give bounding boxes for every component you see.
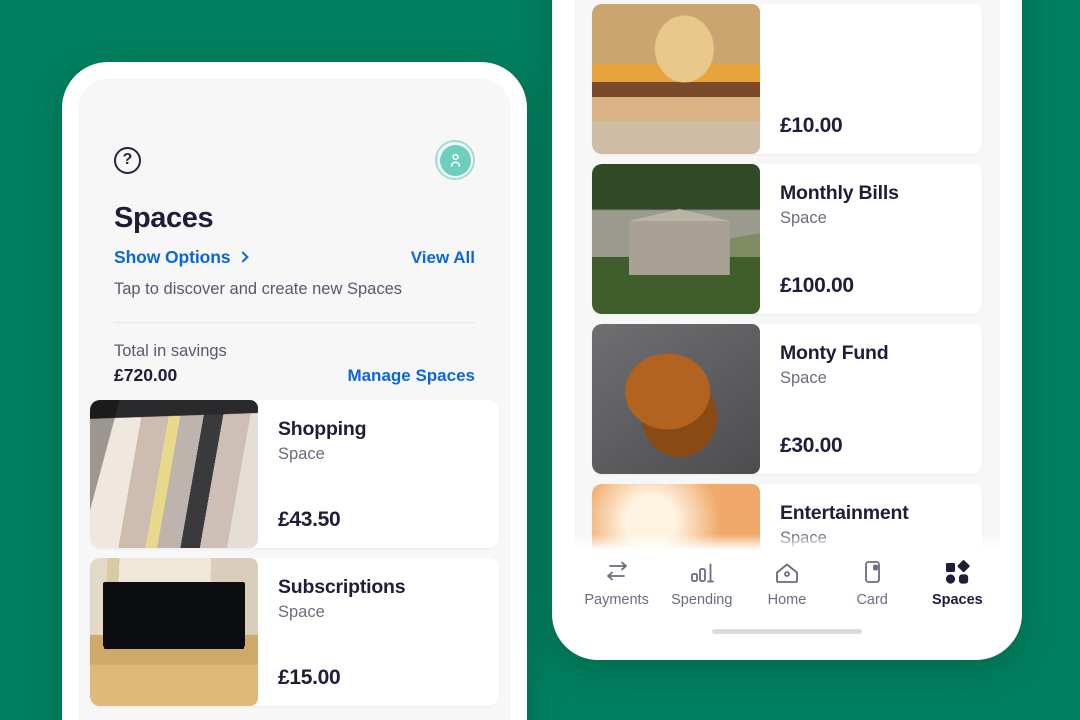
nav-label: Payments <box>584 592 649 608</box>
space-card-body: Monty Fund Space £30.00 <box>760 324 982 474</box>
nav-label: Card <box>856 592 888 608</box>
nav-label: Home <box>767 592 807 608</box>
help-circle-icon[interactable]: ? <box>114 146 141 174</box>
space-thumbnail <box>90 558 258 706</box>
nav-label: Spending <box>671 592 733 608</box>
space-title: Monty Fund <box>780 342 889 364</box>
nav-item-home[interactable]: Home <box>745 558 829 608</box>
space-amount: £43.50 <box>278 508 341 531</box>
savings-summary: Total in savings £720.00 Manage Spaces <box>78 323 511 400</box>
nav-item-spaces[interactable]: Spaces <box>915 558 999 608</box>
space-card[interactable]: Monty Fund Space £30.00 <box>592 324 982 474</box>
space-amount: £100.00 <box>780 274 854 297</box>
house-icon <box>773 558 801 588</box>
avatar[interactable] <box>435 140 475 180</box>
space-amount: £15.00 <box>278 666 341 689</box>
space-subtitle: Space <box>780 209 827 227</box>
space-subtitle: Space <box>278 445 325 463</box>
space-amount: £30.00 <box>780 434 843 457</box>
chevron-right-icon <box>237 251 250 263</box>
space-card[interactable]: £10.00 <box>592 4 982 154</box>
right-phone-screen: £10.00 Monthly Bills Space £100.00 Monty… <box>574 0 1000 642</box>
home-indicator[interactable] <box>712 629 862 634</box>
space-card[interactable]: Subscriptions Space £15.00 <box>90 558 499 706</box>
bar-chart-icon <box>689 558 715 588</box>
header-links-row: Show Options View All <box>114 247 475 268</box>
space-card[interactable]: Shopping Space £43.50 <box>90 400 499 548</box>
space-title: Shopping <box>278 418 367 440</box>
top-icon-row: ? <box>114 140 475 180</box>
space-thumbnail <box>90 400 258 548</box>
nav-item-spending[interactable]: Spending <box>660 558 744 608</box>
right-phone-mockup: £10.00 Monthly Bills Space £100.00 Monty… <box>552 0 1022 660</box>
show-options-label: Show Options <box>114 247 231 267</box>
space-card[interactable]: Monthly Bills Space £100.00 <box>592 164 982 314</box>
space-subtitle: Space <box>780 369 827 387</box>
nav-label: Spaces <box>931 592 983 608</box>
savings-amount: £720.00 <box>114 365 178 385</box>
savings-label: Total in savings <box>114 342 227 360</box>
spaces-shapes-icon <box>944 558 970 588</box>
header-subtitle: Tap to discover and create new Spaces <box>114 280 403 298</box>
space-amount: £10.00 <box>780 114 843 137</box>
page-title: Spaces <box>114 202 214 234</box>
nav-item-payments[interactable]: Payments <box>575 558 659 608</box>
bottom-navigation-bar: Payments Spending Home Card Spaces <box>574 550 1000 642</box>
space-card-body: Subscriptions Space £15.00 <box>258 558 499 706</box>
left-spaces-list: Shopping Space £43.50 Subscriptions Spac… <box>78 400 511 706</box>
savings-text-group: Total in savings £720.00 <box>114 342 227 386</box>
space-title: Entertainment <box>780 502 909 524</box>
nav-fade-overlay <box>574 534 1000 550</box>
person-avatar-icon <box>439 144 471 176</box>
space-thumbnail <box>592 324 760 474</box>
show-options-button[interactable]: Show Options <box>114 247 250 268</box>
card-icon <box>861 558 883 588</box>
space-thumbnail <box>592 4 760 154</box>
nav-item-card[interactable]: Card <box>830 558 914 608</box>
space-card-body: £10.00 <box>760 4 982 154</box>
left-phone-header: ? Spaces Show Options View All Tap to di… <box>78 78 511 323</box>
transfer-arrows-icon <box>603 558 631 588</box>
left-phone-screen: ? Spaces Show Options View All Tap to di… <box>78 78 511 720</box>
left-phone-mockup: ? Spaces Show Options View All Tap to di… <box>62 62 527 720</box>
space-thumbnail <box>592 164 760 314</box>
space-card-body: Monthly Bills Space £100.00 <box>760 164 982 314</box>
space-subtitle: Space <box>278 603 325 621</box>
space-title: Subscriptions <box>278 576 406 598</box>
space-title: Monthly Bills <box>780 182 899 204</box>
view-all-button[interactable]: View All <box>411 248 475 268</box>
space-card-body: Shopping Space £43.50 <box>258 400 499 548</box>
manage-spaces-button[interactable]: Manage Spaces <box>347 366 475 386</box>
